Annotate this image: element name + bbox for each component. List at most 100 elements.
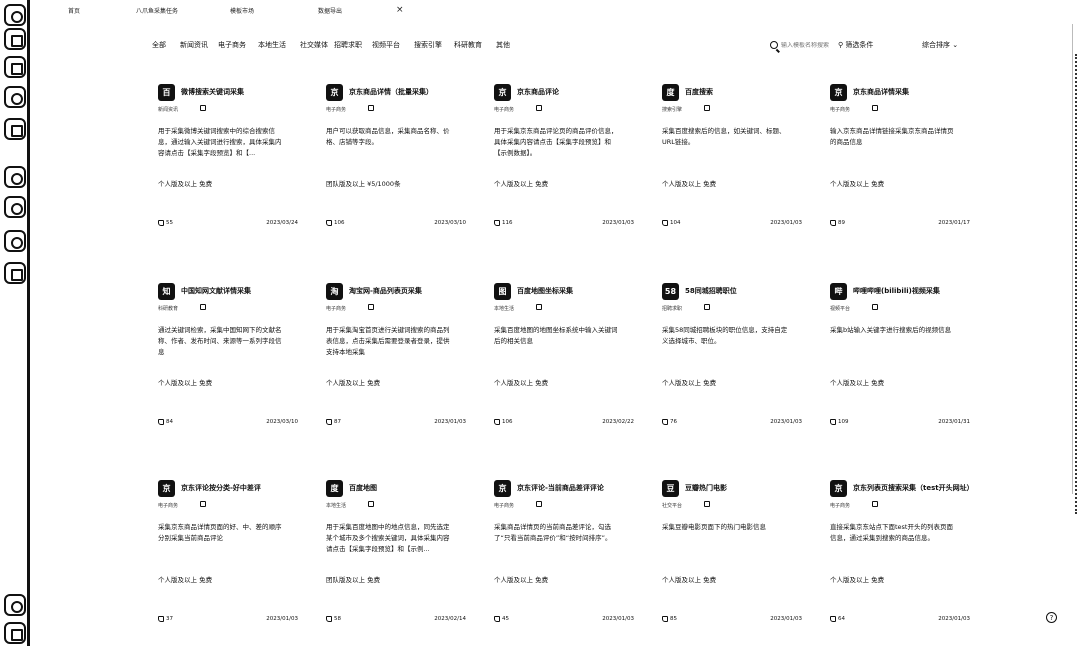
template-card[interactable]: 京京东商品评论 电子商务 用于采集京东商品评论页的商品评价信息，具体采集内容请点击【…: [494, 84, 634, 244]
category-local[interactable]: 本地生活: [258, 40, 286, 50]
data-icon[interactable]: [4, 86, 26, 108]
category-other[interactable]: 其他: [496, 40, 510, 50]
filter-button[interactable]: ⚲ 筛选条件: [838, 40, 873, 50]
search-box[interactable]: [770, 39, 839, 51]
card-title[interactable]: 京东商品详情（批量采集）: [349, 87, 467, 97]
template-card[interactable]: 58 58同城招聘职位 招聘求职 采集58同城招聘板块的职位信息，支持自定义选择城市、…: [662, 283, 802, 443]
category-jobs[interactable]: 招聘求职: [334, 40, 362, 50]
card-title[interactable]: 京东评论按分类-好中差评: [181, 483, 299, 493]
tab-task[interactable]: 八爪鱼采集任务: [136, 6, 178, 15]
template-card[interactable]: 百微博搜索关键词采集 新闻资讯 用于采集微博关键词搜索中的综合搜索信息，通过输入关键…: [158, 84, 298, 244]
card-likes[interactable]: 64: [830, 616, 845, 622]
card-title[interactable]: 百度搜索: [685, 87, 803, 97]
card-price: 个人版及以上 免费: [662, 180, 717, 188]
category-research[interactable]: 科研教育: [454, 40, 482, 50]
tab-export[interactable]: 数据导出: [318, 6, 342, 15]
user-icon[interactable]: [4, 230, 26, 252]
card-likes[interactable]: 106: [494, 419, 513, 425]
card-title[interactable]: 微博搜索关键词采集: [181, 87, 299, 97]
card-likes[interactable]: 45: [494, 616, 509, 622]
template-card[interactable]: 京京东评论按分类-好中差评 电子商务 采集京东商品详情页面的好、中、差的顺序分别采集…: [158, 480, 298, 640]
template-card[interactable]: 京京东评论-当前商品差评评论 电子商务 采集商品详情页的当前商品差评论，勾选了“只看…: [494, 480, 634, 640]
template-card[interactable]: 豆豆瓣热门电影 社交平台 采集豆瓣电影页面下的热门电影信息 个人版及以上 免费 85 20…: [662, 480, 802, 640]
card-title[interactable]: 京东商品评论: [517, 87, 635, 97]
favorite-icon[interactable]: [704, 501, 710, 507]
favorite-icon[interactable]: [200, 304, 206, 310]
card-title[interactable]: 中国知网文献详情采集: [181, 286, 299, 296]
favorite-icon[interactable]: [200, 501, 206, 507]
template-card[interactable]: 哔哔哩哔哩(bilibili)视频采集 视频平台 采集b站输入关键字进行搜索后的视频…: [830, 283, 970, 443]
card-likes[interactable]: 106: [326, 220, 345, 226]
card-likes[interactable]: 87: [326, 419, 341, 425]
close-icon[interactable]: ×: [396, 5, 404, 15]
scrollbar-thumb[interactable]: [1074, 54, 1077, 514]
card-likes[interactable]: 104: [662, 220, 681, 226]
device-icon[interactable]: [4, 262, 26, 284]
sort-dropdown[interactable]: 综合排序 ⌄: [922, 40, 958, 50]
favorite-icon[interactable]: [536, 105, 542, 111]
home-icon[interactable]: [4, 4, 26, 26]
template-card[interactable]: 度百度搜索 搜索引擎 采集百度搜索后的信息，如关键词、标题、URL链接。 个人版及以上…: [662, 84, 802, 244]
category-news[interactable]: 新闻资讯: [180, 40, 208, 50]
category-search-engine[interactable]: 搜索引擎: [414, 40, 442, 50]
settings-icon[interactable]: [4, 622, 26, 644]
favorite-icon[interactable]: [200, 105, 206, 111]
favorite-icon[interactable]: [872, 105, 878, 111]
service-icon[interactable]: [4, 196, 26, 218]
card-likes[interactable]: 37: [158, 616, 173, 622]
favorite-icon[interactable]: [536, 304, 542, 310]
card-likes[interactable]: 85: [662, 616, 677, 622]
card-title[interactable]: 京东列表页搜索采集（test开头网址）: [853, 483, 971, 493]
card-title[interactable]: 京东商品详情采集: [853, 87, 971, 97]
favorite-icon[interactable]: [536, 501, 542, 507]
template-card[interactable]: 图百度地图坐标采集 本地生活 采集百度地图的地图坐标系统中输入关键词后的相关信息 个人…: [494, 283, 634, 443]
help-icon[interactable]: ?: [1046, 612, 1057, 623]
card-title[interactable]: 京东评论-当前商品差评评论: [517, 483, 635, 493]
card-likes[interactable]: 109: [830, 419, 849, 425]
favorite-icon[interactable]: [368, 304, 374, 310]
favorite-icon[interactable]: [872, 304, 878, 310]
favorite-icon[interactable]: [704, 105, 710, 111]
favorite-icon[interactable]: [368, 501, 374, 507]
category-social-media[interactable]: 社交媒体: [300, 40, 328, 50]
card-date: 2023/01/03: [602, 220, 634, 226]
card-likes[interactable]: 84: [158, 419, 173, 425]
tutorial-icon[interactable]: [4, 166, 26, 188]
card-likes[interactable]: 76: [662, 419, 677, 425]
card-likes[interactable]: 58: [326, 616, 341, 622]
template-card[interactable]: 淘淘宝网-商品列表页采集 电子商务 用于采集淘宝首页进行关键词搜索的商品列表信息，点…: [326, 283, 466, 443]
thumbs-up-icon: [326, 220, 332, 226]
tab-home[interactable]: 首页: [68, 6, 80, 15]
scrollbar[interactable]: [1072, 24, 1078, 514]
image-icon[interactable]: [4, 118, 26, 140]
message-icon[interactable]: [4, 594, 26, 616]
template-card[interactable]: 京京东商品详情采集 电子商务 输入京东商品详情链接采集京东商品详情页的商品信息 个人版…: [830, 84, 970, 244]
card-title[interactable]: 豆瓣热门电影: [685, 483, 803, 493]
card-likes[interactable]: 116: [494, 220, 513, 226]
template-card[interactable]: 京京东列表页搜索采集（test开头网址） 电子商务 直接采集京东站点下面test开头…: [830, 480, 971, 640]
card-likes[interactable]: 55: [158, 220, 173, 226]
category-video[interactable]: 视频平台: [372, 40, 400, 50]
like-count: 87: [334, 419, 341, 425]
card-tag: 科研教育: [158, 306, 179, 312]
template-icon[interactable]: [4, 56, 26, 78]
template-card[interactable]: 知中国知网文献详情采集 科研教育 通过关键词检索，采集中国知网下的文献名称、作者、发…: [158, 283, 298, 443]
category-ecommerce[interactable]: 电子商务: [218, 40, 246, 50]
card-likes[interactable]: 89: [830, 220, 845, 226]
like-count: 76: [670, 419, 677, 425]
search-input[interactable]: [781, 41, 839, 49]
card-date: 2023/01/03: [770, 419, 802, 425]
favorite-icon[interactable]: [368, 105, 374, 111]
card-title[interactable]: 哔哩哔哩(bilibili)视频采集: [853, 286, 971, 296]
card-title[interactable]: 58同城招聘职位: [685, 286, 803, 296]
tab-template-market[interactable]: 模板市场: [230, 6, 254, 15]
card-title[interactable]: 淘宝网-商品列表页采集: [349, 286, 467, 296]
card-title[interactable]: 百度地图: [349, 483, 467, 493]
category-all[interactable]: 全部: [152, 40, 166, 50]
template-card[interactable]: 京京东商品详情（批量采集） 电子商务 用户可以获取商品信息，采集商品名称、价格、店铺…: [326, 84, 466, 244]
favorite-icon[interactable]: [704, 304, 710, 310]
task-icon[interactable]: [4, 28, 26, 50]
card-title[interactable]: 百度地图坐标采集: [517, 286, 635, 296]
favorite-icon[interactable]: [872, 501, 878, 507]
template-card[interactable]: 度百度地图 本地生活 用于采集百度地图中的地点信息，同先选定某个城市及多个搜索关键词…: [326, 480, 466, 640]
